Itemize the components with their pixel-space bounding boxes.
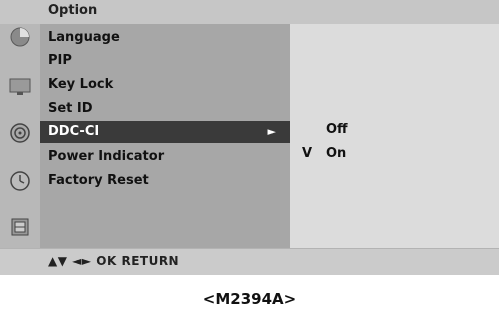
osd-menu: Option Language PIP Key Lock Set ID DDC-… — [0, 0, 499, 275]
ddc-ci-submenu: Off V On — [290, 24, 499, 248]
option-menu-list: Language PIP Key Lock Set ID DDC-CI ► Po… — [40, 24, 290, 248]
menu-item-factory-reset[interactable]: Factory Reset — [40, 170, 290, 192]
time-icon[interactable] — [7, 170, 33, 192]
chevron-right-icon: ► — [267, 125, 276, 138]
menu-item-key-lock[interactable]: Key Lock — [40, 74, 290, 96]
menu-item-ddc-ci[interactable]: DDC-CI ► — [40, 121, 290, 143]
menu-item-language[interactable]: Language — [40, 27, 290, 49]
option-label: On — [326, 146, 347, 161]
menu-item-label: Set ID — [48, 101, 93, 116]
category-icon-column — [0, 24, 40, 248]
option-on[interactable]: V On — [302, 146, 382, 164]
menu-item-pip[interactable]: PIP — [40, 50, 290, 72]
navigation-hint: ▲▼ ◄► OK RETURN — [48, 254, 180, 268]
model-caption: <M2394A> — [202, 290, 297, 308]
option-label: Off — [326, 122, 348, 137]
menu-item-label: Language — [48, 30, 120, 45]
screen-icon[interactable] — [7, 76, 33, 98]
menu-item-label: DDC-CI — [48, 124, 100, 139]
option-icon[interactable] — [7, 216, 33, 238]
option-off[interactable]: Off — [302, 122, 382, 140]
menu-item-label: Power Indicator — [48, 149, 165, 164]
menu-item-power-indicator[interactable]: Power Indicator — [40, 146, 290, 168]
menu-header: Option — [0, 0, 499, 25]
check-mark: V — [302, 146, 313, 161]
picture-icon[interactable] — [7, 26, 33, 48]
sound-icon[interactable] — [7, 122, 33, 144]
menu-item-label: Key Lock — [48, 77, 114, 92]
menu-title: Option — [48, 3, 98, 18]
menu-item-set-id[interactable]: Set ID — [40, 98, 290, 120]
menu-footer: ▲▼ ◄► OK RETURN — [0, 248, 499, 275]
menu-item-label: Factory Reset — [48, 173, 149, 188]
menu-item-label: PIP — [48, 53, 72, 68]
